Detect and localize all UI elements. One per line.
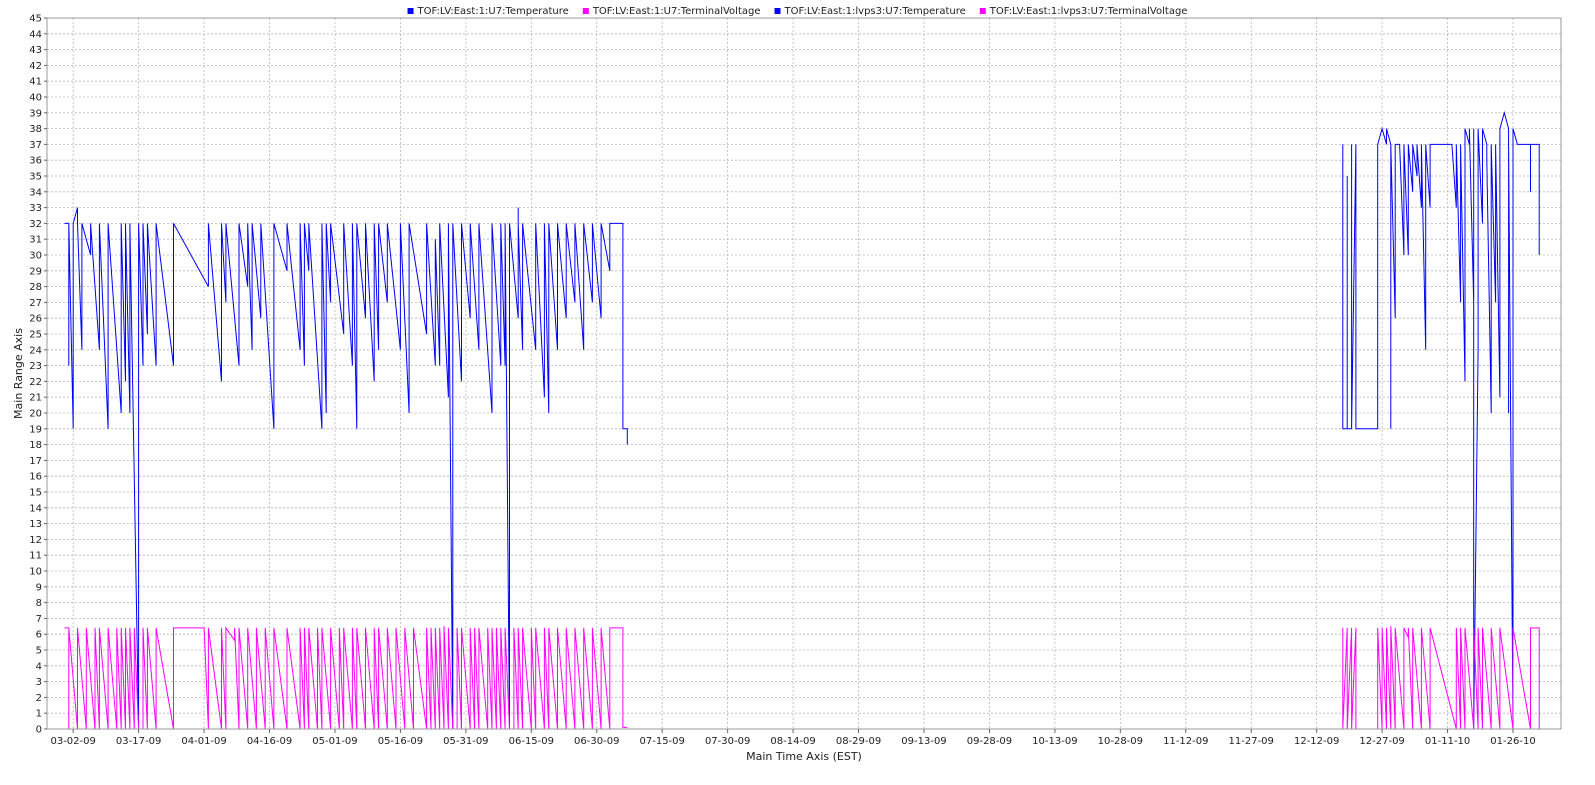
series-layer: [64, 110, 1540, 730]
y-tick-label: 31: [29, 235, 42, 246]
y-tick-label: 40: [29, 93, 42, 104]
y-tick-label: 24: [29, 345, 42, 356]
y-tick-label: 4: [36, 661, 42, 672]
y-tick-label: 44: [29, 29, 42, 40]
legend-swatch: [407, 8, 414, 14]
y-tick-label: 38: [29, 124, 42, 135]
legend-label: TOF:LV:East:1:lvps3:U7:TerminalVoltage: [989, 6, 1188, 17]
y-tick-label: 3: [36, 677, 42, 688]
y-tick-label: 17: [29, 456, 42, 467]
y-tick-label: 22: [29, 377, 42, 388]
y-tick-label: 19: [29, 424, 42, 435]
x-tick-label: 04-01-09: [181, 736, 226, 747]
legend-label: TOF:LV:East:1:lvps3:U7:Temperature: [784, 6, 966, 17]
y-tick-label: 9: [36, 582, 42, 593]
y-tick-label: 21: [29, 393, 42, 404]
y-tick-label: 8: [36, 598, 42, 609]
x-tick-label: 07-30-09: [705, 736, 750, 747]
x-tick-label: 01-11-10: [1425, 736, 1470, 747]
y-tick-label: 11: [29, 551, 42, 562]
y-tick-label: 13: [29, 519, 42, 530]
x-tick-label: 09-28-09: [967, 736, 1012, 747]
x-tick-label: 08-29-09: [836, 736, 881, 747]
x-tick-label: 04-16-09: [247, 736, 292, 747]
y-tick-label: 37: [29, 140, 42, 151]
y-tick-label: 7: [36, 614, 42, 625]
y-tick-label: 2: [36, 693, 42, 704]
x-tick-label: 06-15-09: [509, 736, 554, 747]
x-tick-label: 11-27-09: [1229, 736, 1274, 747]
y-tick-label: 23: [29, 361, 42, 372]
x-tick-label: 06-30-09: [574, 736, 619, 747]
series-line-2: [1342, 110, 1540, 730]
legend-swatch: [979, 8, 986, 14]
x-tick-label: 12-12-09: [1294, 736, 1339, 747]
y-tick-label: 29: [29, 266, 42, 277]
y-tick-label: 18: [29, 440, 42, 451]
legend-label: TOF:LV:East:1:U7:Temperature: [417, 6, 569, 17]
x-axis-title: Main Time Axis (EST): [746, 750, 862, 763]
y-tick-label: 0: [36, 725, 42, 736]
y-tick-label: 20: [29, 409, 42, 420]
y-tick-label: 28: [29, 282, 42, 293]
y-tick-label: 1: [36, 709, 42, 720]
chart-canvas: TOF:LV:East:1:U7:Temperature TOF:LV:East:…: [12, 6, 1562, 763]
y-axis: 0123456789101112131415161718192021222324…: [29, 14, 47, 736]
y-tick-label: 42: [29, 61, 42, 72]
y-tick-label: 35: [29, 172, 42, 183]
legend-swatch: [582, 8, 589, 14]
x-tick-label: 11-12-09: [1163, 736, 1208, 747]
x-tick-label: 10-28-09: [1098, 736, 1143, 747]
y-tick-label: 27: [29, 298, 42, 309]
x-tick-label: 07-15-09: [640, 736, 685, 747]
x-tick-label: 03-17-09: [116, 736, 161, 747]
y-tick-label: 16: [29, 472, 42, 483]
x-tick-label: 08-14-09: [770, 736, 815, 747]
x-tick-label: 05-31-09: [443, 736, 488, 747]
y-tick-label: 34: [29, 187, 42, 198]
y-tick-label: 41: [29, 77, 42, 88]
legend-item: TOF:LV:East:1:lvps3:U7:Temperature: [774, 6, 966, 17]
y-tick-label: 6: [36, 630, 42, 641]
x-tick-label: 09-13-09: [901, 736, 946, 747]
legend: TOF:LV:East:1:U7:Temperature TOF:LV:East:…: [407, 6, 1188, 17]
x-tick-label: 10-13-09: [1032, 736, 1077, 747]
y-tick-label: 26: [29, 314, 42, 325]
legend-item: TOF:LV:East:1:U7:Temperature: [407, 6, 569, 17]
y-tick-label: 10: [29, 567, 42, 578]
y-axis-title: Main Range Axis: [12, 328, 25, 419]
legend-label: TOF:LV:East:1:U7:TerminalVoltage: [592, 6, 761, 17]
y-tick-label: 5: [36, 646, 42, 657]
x-tick-label: 01-26-10: [1490, 736, 1535, 747]
x-tick-label: 05-16-09: [378, 736, 423, 747]
y-tick-label: 32: [29, 219, 42, 230]
x-tick-label: 03-02-09: [50, 736, 95, 747]
x-tick-label: 12-27-09: [1359, 736, 1404, 747]
y-tick-label: 14: [29, 503, 42, 514]
y-tick-label: 15: [29, 488, 42, 499]
y-tick-label: 12: [29, 535, 42, 546]
legend-swatch: [774, 8, 781, 14]
y-tick-label: 39: [29, 108, 42, 119]
x-axis: 03-02-09 03-17-09 04-01-09 04-16-09 05-01-09…: [50, 729, 1536, 747]
y-tick-label: 45: [29, 14, 42, 25]
y-tick-label: 33: [29, 203, 42, 214]
legend-item: TOF:LV:East:1:U7:TerminalVoltage: [582, 6, 761, 17]
y-tick-label: 30: [29, 251, 42, 262]
legend-item: TOF:LV:East:1:lvps3:U7:TerminalVoltage: [979, 6, 1188, 17]
y-tick-label: 43: [29, 45, 42, 56]
y-tick-label: 25: [29, 330, 42, 341]
x-tick-label: 05-01-09: [312, 736, 357, 747]
y-tick-label: 36: [29, 156, 42, 167]
